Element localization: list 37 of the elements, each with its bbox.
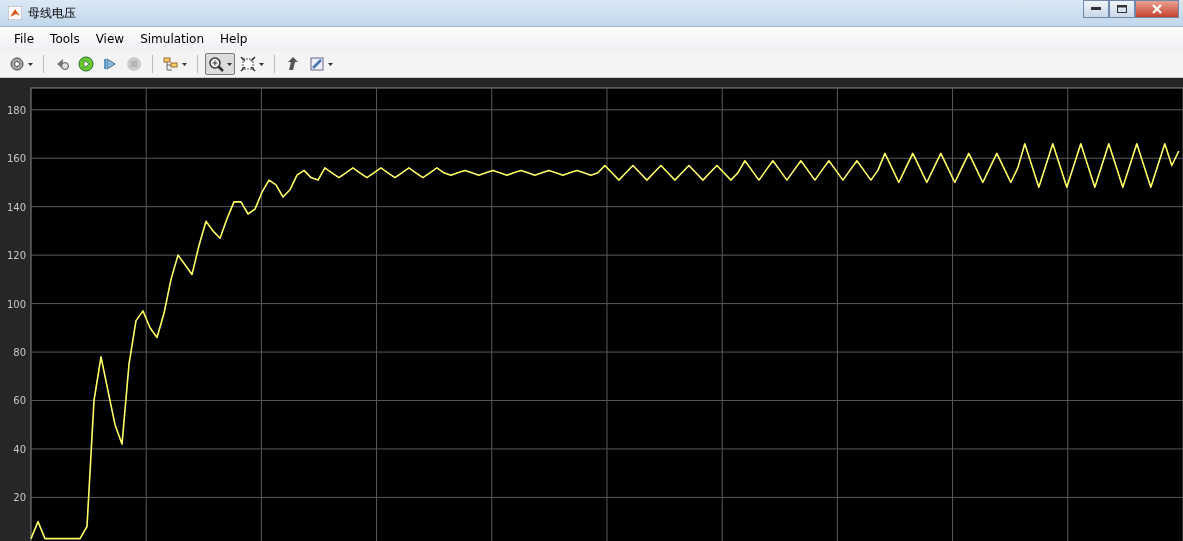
- caret-icon: [28, 62, 33, 66]
- blocks-icon: [163, 56, 179, 72]
- caret-icon: [328, 62, 333, 66]
- y-tick-label: 40: [13, 443, 26, 455]
- minimize-icon: [1091, 7, 1101, 11]
- menu-item[interactable]: Simulation: [132, 32, 213, 46]
- menu-item[interactable]: View: [87, 32, 133, 46]
- app-logo-icon: [8, 6, 22, 20]
- fit-icon: [240, 56, 256, 72]
- y-tick-label: 140: [6, 201, 26, 213]
- menu-item[interactable]: Tools: [42, 32, 88, 46]
- close-button[interactable]: [1135, 0, 1179, 18]
- y-tick-label: 20: [13, 492, 26, 504]
- menu-item[interactable]: File: [6, 32, 43, 46]
- zoom-icon: [208, 56, 224, 72]
- step-forward-icon: [102, 56, 118, 72]
- maximize-icon: [1117, 5, 1127, 13]
- y-tick-label: 160: [6, 153, 26, 165]
- pencil-icon: [309, 56, 325, 72]
- caret-icon: [182, 62, 187, 66]
- menu-item[interactable]: Help: [212, 32, 256, 46]
- zoom-button[interactable]: [205, 53, 235, 75]
- caret-icon: [259, 62, 264, 66]
- maximize-button[interactable]: [1109, 0, 1135, 18]
- close-icon: [1152, 4, 1162, 14]
- y-tick-label: 100: [6, 298, 26, 310]
- minimize-button[interactable]: [1083, 0, 1109, 18]
- y-tick-label: 120: [6, 250, 26, 262]
- y-tick-label: 80: [13, 347, 26, 359]
- gear-icon: [9, 56, 25, 72]
- y-tick-label: 60: [13, 395, 26, 407]
- run-icon: [78, 56, 94, 72]
- stop-icon: [126, 56, 142, 72]
- window-title: 母线电压: [28, 4, 76, 22]
- caret-icon: [227, 62, 232, 66]
- run-button[interactable]: [75, 53, 97, 75]
- y-tick-label: 180: [6, 104, 26, 116]
